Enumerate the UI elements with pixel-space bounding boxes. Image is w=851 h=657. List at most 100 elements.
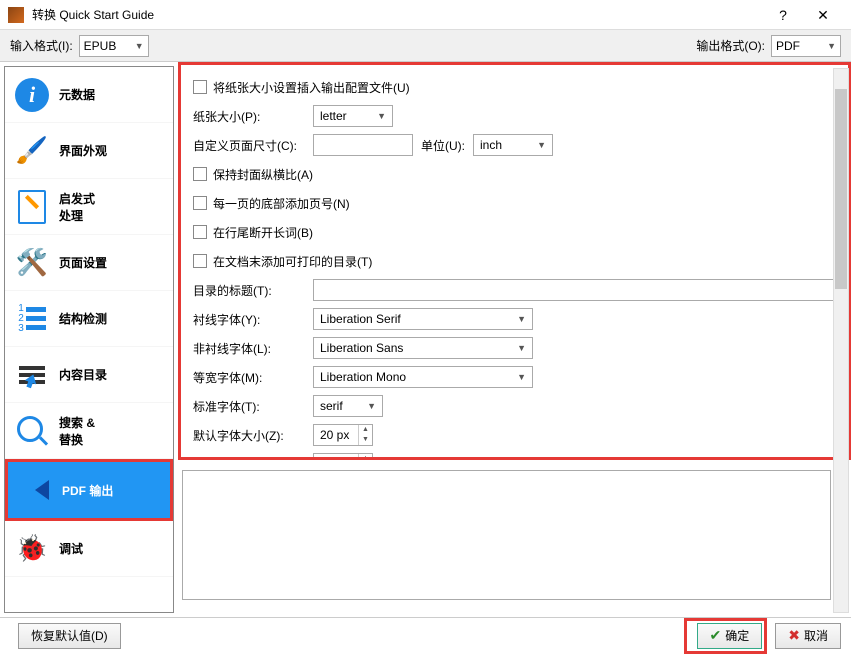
output-format-value: PDF	[776, 39, 800, 53]
std-font-value: serif	[320, 399, 343, 413]
sans-font-label: 非衬线字体(L):	[193, 340, 313, 357]
printable-toc-label: 在文档末添加可打印的目录(T)	[213, 253, 372, 270]
printable-toc-checkbox[interactable]	[193, 254, 207, 268]
toc-icon	[13, 356, 51, 394]
sidebar-item-heuristic[interactable]: 启发式 处理	[5, 179, 173, 235]
sidebar-item-label: 结构检测	[59, 310, 107, 327]
mono-font-value: Liberation Mono	[320, 370, 406, 384]
search-icon	[13, 412, 51, 450]
window-title: 转换 Quick Start Guide	[32, 6, 763, 23]
toc-title-input[interactable]	[313, 279, 836, 301]
sidebar-item-structure[interactable]: 123 结构检测	[5, 291, 173, 347]
mono-size-value: 16 px	[314, 457, 358, 460]
spin-up-icon[interactable]: ▲	[359, 425, 372, 435]
unit-label: 单位(U):	[421, 137, 465, 154]
chevron-down-icon: ▼	[827, 41, 836, 51]
add-pagenum-checkbox[interactable]	[193, 196, 207, 210]
sidebar-item-label: 界面外观	[59, 142, 107, 159]
tools-icon: 🛠️	[13, 244, 51, 282]
paper-size-value: letter	[320, 109, 347, 123]
help-button[interactable]: ?	[763, 1, 803, 29]
sidebar: i 元数据 🖌️ 界面外观 启发式 处理 🛠️ 页面设置 123 结构检测 内容…	[4, 66, 174, 613]
sidebar-item-pdf[interactable]: PDF 输出	[8, 462, 170, 518]
input-format-value: EPUB	[84, 39, 117, 53]
serif-font-label: 衬线字体(Y):	[193, 311, 313, 328]
ok-label: 确定	[725, 627, 749, 644]
sidebar-item-toc[interactable]: 内容目录	[5, 347, 173, 403]
format-bar: 输入格式(I): EPUB ▼ 输出格式(O): PDF ▼	[0, 30, 851, 62]
footer: 恢复默认值(D) ✔ 确定 ✖ 取消	[0, 617, 851, 653]
input-format-combo[interactable]: EPUB ▼	[79, 35, 149, 57]
sidebar-pdf-highlight: PDF 输出	[5, 459, 173, 521]
sidebar-item-label: PDF 输出	[62, 482, 113, 499]
insert-paper-label: 将纸张大小设置插入输出配置文件(U)	[213, 79, 410, 96]
brush-icon: 🖌️	[13, 132, 51, 170]
sidebar-item-label: 调试	[59, 540, 83, 557]
chevron-down-icon: ▼	[517, 343, 526, 353]
sans-font-value: Liberation Sans	[320, 341, 403, 355]
unit-select[interactable]: inch ▼	[473, 134, 553, 156]
ok-button[interactable]: ✔ 确定	[697, 623, 763, 649]
list-icon: 123	[13, 300, 51, 338]
sidebar-item-debug[interactable]: 🐞 调试	[5, 521, 173, 577]
sidebar-item-label: 搜索 & 替换	[59, 414, 95, 448]
cancel-button[interactable]: ✖ 取消	[775, 623, 841, 649]
add-pagenum-label: 每一页的底部添加页号(N)	[213, 195, 350, 212]
cancel-label: 取消	[804, 627, 828, 644]
serif-font-select[interactable]: Liberation Serif ▼	[313, 308, 533, 330]
default-size-spin[interactable]: 20 px ▲▼	[313, 424, 373, 446]
break-words-checkbox[interactable]	[193, 225, 207, 239]
info-icon: i	[13, 76, 51, 114]
insert-paper-checkbox[interactable]	[193, 80, 207, 94]
spin-up-icon[interactable]: ▲	[359, 454, 372, 460]
sidebar-item-pagesetup[interactable]: 🛠️ 页面设置	[5, 235, 173, 291]
cancel-icon: ✖	[788, 627, 800, 644]
default-size-label: 默认字体大小(Z):	[193, 427, 313, 444]
chevron-down-icon: ▼	[517, 372, 526, 382]
app-icon	[8, 7, 24, 23]
toc-title-label: 目录的标题(T):	[193, 282, 313, 299]
sidebar-item-look[interactable]: 🖌️ 界面外观	[5, 123, 173, 179]
default-size-value: 20 px	[314, 428, 358, 442]
unit-value: inch	[480, 138, 502, 152]
scrollbar[interactable]	[833, 68, 849, 613]
bug-icon: 🐞	[13, 530, 51, 568]
chevron-down-icon: ▼	[135, 41, 144, 51]
content-pane: 将纸张大小设置插入输出配置文件(U) 纸张大小(P): letter ▼ 自定义…	[178, 62, 851, 617]
restore-defaults-label: 恢复默认值(D)	[31, 627, 108, 644]
sidebar-item-metadata[interactable]: i 元数据	[5, 67, 173, 123]
sidebar-item-label: 内容目录	[59, 366, 107, 383]
ok-highlight: ✔ 确定	[684, 618, 768, 654]
custom-size-label: 自定义页面尺寸(C):	[193, 137, 313, 154]
keep-aspect-checkbox[interactable]	[193, 167, 207, 181]
document-icon	[13, 188, 51, 226]
close-button[interactable]: ✕	[803, 1, 843, 29]
check-icon: ✔	[710, 627, 722, 644]
scrollbar-thumb[interactable]	[835, 89, 847, 289]
sidebar-item-label: 页面设置	[59, 254, 107, 271]
mono-size-spin[interactable]: 16 px ▲▼	[313, 453, 373, 460]
mono-font-label: 等宽字体(M):	[193, 369, 313, 386]
extra-textarea[interactable]	[182, 470, 831, 600]
sidebar-item-search[interactable]: 搜索 & 替换	[5, 403, 173, 459]
custom-size-input[interactable]	[313, 134, 413, 156]
mono-font-select[interactable]: Liberation Mono ▼	[313, 366, 533, 388]
serif-font-value: Liberation Serif	[320, 312, 401, 326]
output-format-label: 输出格式(O):	[696, 37, 765, 54]
sans-font-select[interactable]: Liberation Sans ▼	[313, 337, 533, 359]
restore-defaults-button[interactable]: 恢复默认值(D)	[18, 623, 121, 649]
std-font-label: 标准字体(T):	[193, 398, 313, 415]
back-arrow-icon	[16, 471, 54, 509]
break-words-label: 在行尾断开长词(B)	[213, 224, 313, 241]
chevron-down-icon: ▼	[537, 140, 546, 150]
spin-down-icon[interactable]: ▼	[359, 435, 372, 445]
std-font-select[interactable]: serif ▼	[313, 395, 383, 417]
pdf-output-form: 将纸张大小设置插入输出配置文件(U) 纸张大小(P): letter ▼ 自定义…	[178, 62, 851, 460]
paper-size-select[interactable]: letter ▼	[313, 105, 393, 127]
chevron-down-icon: ▼	[367, 401, 376, 411]
sidebar-item-label: 元数据	[59, 86, 95, 103]
keep-aspect-label: 保持封面纵横比(A)	[213, 166, 313, 183]
sidebar-item-label: 启发式 处理	[59, 190, 95, 224]
title-bar: 转换 Quick Start Guide ? ✕	[0, 0, 851, 30]
output-format-combo[interactable]: PDF ▼	[771, 35, 841, 57]
